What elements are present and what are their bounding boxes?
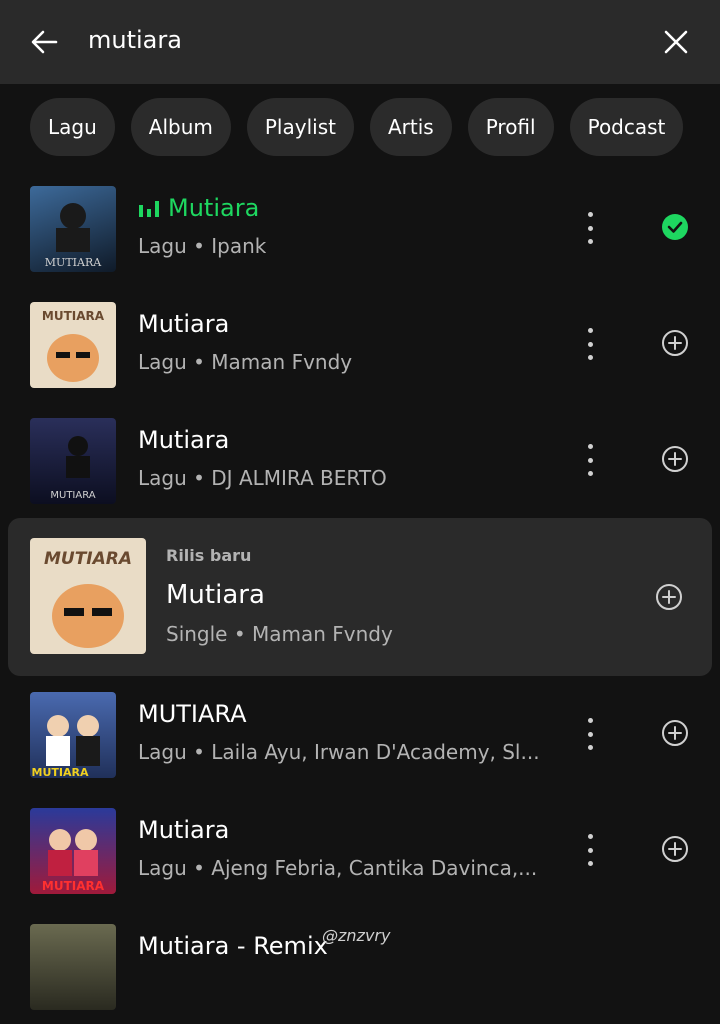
- track-subtitle: Lagu • DJ ALMIRA BERTO: [138, 466, 387, 490]
- svg-text:MUTIARA: MUTIARA: [44, 549, 132, 569]
- filter-chips: Lagu Album Playlist Artis Profil Podcast: [0, 98, 720, 158]
- result-row[interactable]: MUTIARA Mutiara Lagu • DJ ALMIRA BERTO: [0, 402, 720, 518]
- more-options-button[interactable]: [576, 324, 604, 364]
- new-release-label: Rilis baru: [166, 546, 252, 565]
- clear-search-button[interactable]: [656, 22, 696, 62]
- more-options-button[interactable]: [576, 440, 604, 480]
- add-circle-icon[interactable]: [654, 582, 684, 612]
- album-art: MUTIARA: [30, 692, 116, 778]
- release-subtitle: Single • Maman Fvndy: [166, 622, 393, 646]
- chip-album[interactable]: Album: [130, 98, 231, 156]
- track-title: Mutiara: [138, 816, 230, 844]
- chip-artis[interactable]: Artis: [369, 98, 452, 156]
- chip-playlist[interactable]: Playlist: [246, 98, 354, 156]
- track-subtitle: Lagu • Ajeng Febria, Cantika Davinca,...: [138, 856, 538, 880]
- chip-lagu[interactable]: Lagu: [30, 98, 115, 156]
- chip-podcast[interactable]: Podcast: [569, 98, 684, 156]
- result-row[interactable]: MUTIARA Mutiara Lagu • Maman Fvndy: [0, 286, 720, 402]
- album-art: [30, 924, 116, 1010]
- close-icon: [664, 30, 688, 54]
- result-row[interactable]: MUTIARA Mutiara Lagu • Ipank: [0, 170, 720, 286]
- album-art: MUTIARA: [30, 186, 116, 272]
- track-title: MUTIARA: [138, 700, 247, 728]
- album-art: MUTIARA: [30, 302, 116, 388]
- svg-text:MUTIARA: MUTIARA: [45, 256, 102, 269]
- svg-text:MUTIARA: MUTIARA: [42, 879, 105, 893]
- chip-profil[interactable]: Profil: [467, 98, 554, 156]
- add-circle-icon[interactable]: [660, 328, 690, 358]
- result-row[interactable]: MUTIARA Mutiara Lagu • Ajeng Febria, Can…: [0, 792, 720, 908]
- more-options-button[interactable]: [576, 208, 604, 248]
- track-subtitle: Lagu • Laila Ayu, Irwan D'Academy, Sl...: [138, 740, 540, 764]
- more-options-button[interactable]: [576, 714, 604, 754]
- add-circle-icon[interactable]: [660, 834, 690, 864]
- result-row[interactable]: MUTIARA MUTIARA Lagu • Laila Ayu, Irwan …: [0, 676, 720, 792]
- svg-text:MUTIARA: MUTIARA: [42, 309, 105, 323]
- add-circle-icon[interactable]: [660, 718, 690, 748]
- track-title: Mutiara: [138, 310, 230, 338]
- album-art: MUTIARA: [30, 538, 146, 654]
- track-subtitle: Lagu • Ipank: [138, 234, 267, 258]
- add-circle-icon[interactable]: [660, 444, 690, 474]
- album-art: MUTIARA: [30, 808, 116, 894]
- release-title: Mutiara: [166, 580, 265, 610]
- search-input[interactable]: mutiara: [88, 26, 182, 54]
- track-title: Mutiara - Remix: [138, 932, 328, 960]
- album-art: MUTIARA: [30, 418, 116, 504]
- search-bar: mutiara: [0, 0, 720, 84]
- more-options-button[interactable]: [576, 830, 604, 870]
- saved-check-icon[interactable]: [660, 212, 690, 242]
- new-release-card[interactable]: MUTIARA Rilis baru Mutiara Single • Mama…: [8, 518, 712, 676]
- track-title: Mutiara: [138, 194, 259, 222]
- arrow-left-icon: [31, 30, 58, 54]
- equalizer-icon: [139, 201, 159, 217]
- track-title: Mutiara: [138, 426, 230, 454]
- track-title-text: Mutiara: [168, 194, 260, 222]
- svg-text:MUTIARA: MUTIARA: [50, 490, 95, 501]
- watermark: @znzvry: [322, 926, 391, 945]
- svg-text:MUTIARA: MUTIARA: [32, 766, 89, 778]
- track-subtitle: Lagu • Maman Fvndy: [138, 350, 353, 374]
- back-button[interactable]: [24, 22, 64, 62]
